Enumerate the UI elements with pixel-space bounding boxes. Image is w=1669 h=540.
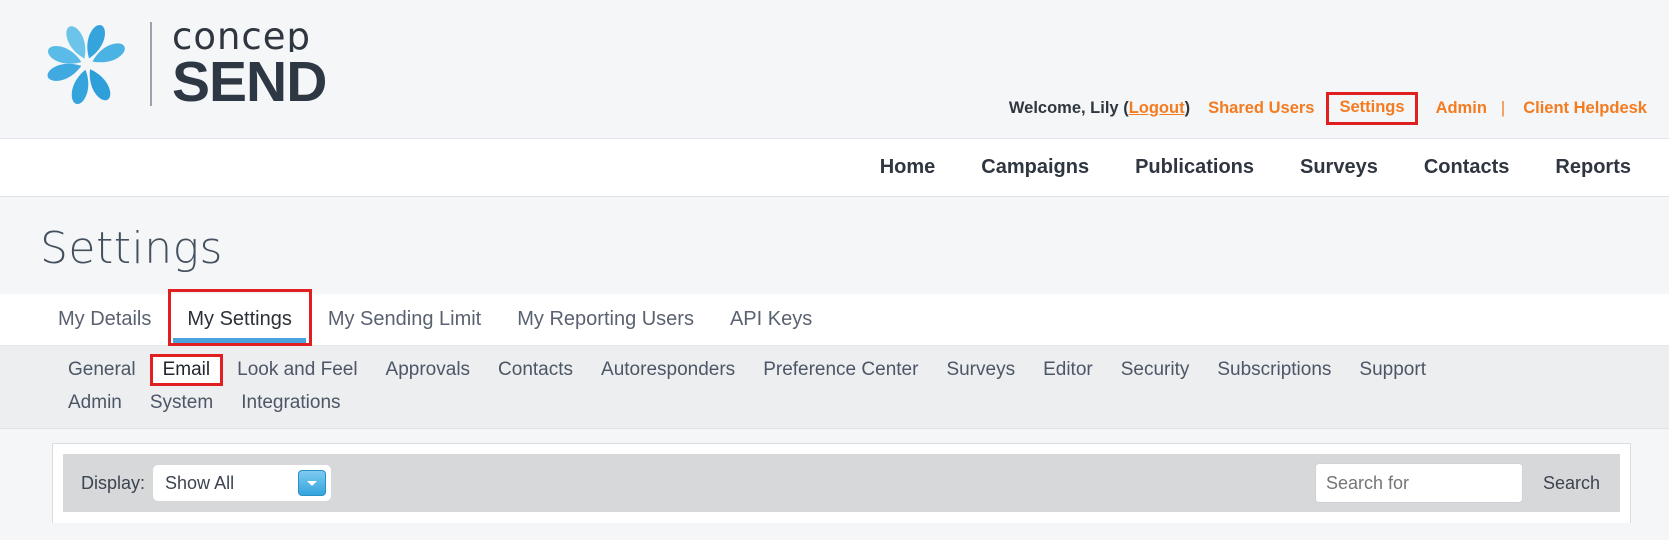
page-title: Settings bbox=[40, 223, 223, 274]
nav-item-campaigns[interactable]: Campaigns bbox=[981, 156, 1089, 179]
display-select[interactable]: Show All bbox=[153, 465, 332, 501]
subtab-support[interactable]: Support bbox=[1345, 355, 1440, 385]
logout-link[interactable]: Logout bbox=[1129, 99, 1185, 117]
settings-page: Settings My Details My Settings My Sendi… bbox=[0, 197, 1669, 540]
primary-tab-bar: My Details My Settings My Sending Limit … bbox=[0, 289, 1669, 346]
subtab-approvals[interactable]: Approvals bbox=[372, 355, 485, 385]
secondary-tab-row-2: Admin System Integrations bbox=[0, 388, 1669, 418]
tab-my-sending-limit[interactable]: My Sending Limit bbox=[310, 308, 499, 345]
subtab-general[interactable]: General bbox=[54, 355, 150, 385]
subtab-contacts[interactable]: Contacts bbox=[484, 355, 587, 385]
subtab-look-and-feel[interactable]: Look and Feel bbox=[223, 355, 371, 385]
filter-toolbar: Display: Show All Search bbox=[63, 454, 1620, 512]
subtab-email[interactable]: Email bbox=[149, 354, 224, 386]
logo-divider bbox=[150, 22, 152, 106]
tab-api-keys[interactable]: API Keys bbox=[712, 308, 830, 345]
brand-logo[interactable]: concep SEND bbox=[38, 16, 327, 114]
display-label: Display: bbox=[81, 472, 146, 493]
chevron-down-icon[interactable] bbox=[298, 470, 327, 496]
user-links-bar: Welcome, Lily (Logout) Shared Users Sett… bbox=[1009, 92, 1647, 125]
settings-link-highlight: Settings bbox=[1326, 92, 1418, 125]
subtab-integrations[interactable]: Integrations bbox=[227, 388, 354, 418]
brand-name-send: SEND bbox=[172, 49, 327, 114]
shared-users-link[interactable]: Shared Users bbox=[1208, 99, 1314, 118]
nav-item-contacts[interactable]: Contacts bbox=[1424, 156, 1510, 179]
tab-my-settings[interactable]: My Settings bbox=[169, 308, 309, 345]
main-navigation: Home Campaigns Publications Surveys Cont… bbox=[0, 139, 1669, 197]
subtab-surveys[interactable]: Surveys bbox=[932, 355, 1029, 385]
subtab-security[interactable]: Security bbox=[1107, 355, 1204, 385]
subtab-editor[interactable]: Editor bbox=[1029, 355, 1107, 385]
subtab-system[interactable]: System bbox=[136, 388, 227, 418]
nav-item-home[interactable]: Home bbox=[880, 156, 936, 179]
subtab-autoresponders[interactable]: Autoresponders bbox=[587, 355, 749, 385]
brand-wordmark: concep SEND bbox=[172, 17, 327, 114]
top-header-bar: concep SEND Welcome, Lily (Logout) Share… bbox=[0, 0, 1669, 139]
welcome-suffix: ) bbox=[1184, 98, 1191, 117]
content-panel: Display: Show All Search bbox=[52, 443, 1631, 523]
display-select-value: Show All bbox=[165, 472, 235, 493]
welcome-text: Welcome, Lily (Logout) bbox=[1009, 99, 1190, 118]
tab-my-details[interactable]: My Details bbox=[40, 308, 169, 345]
search-button[interactable]: Search bbox=[1537, 472, 1606, 495]
nav-item-publications[interactable]: Publications bbox=[1135, 156, 1254, 179]
userbar-separator: | bbox=[1500, 98, 1506, 117]
nav-item-reports[interactable]: Reports bbox=[1555, 156, 1631, 179]
secondary-tab-bar: General Email Look and Feel Approvals Co… bbox=[0, 346, 1669, 429]
subtab-preference-center[interactable]: Preference Center bbox=[749, 355, 932, 385]
client-helpdesk-link[interactable]: Client Helpdesk bbox=[1523, 99, 1647, 118]
secondary-tab-row-1: General Email Look and Feel Approvals Co… bbox=[0, 354, 1669, 386]
welcome-prefix: Welcome, Lily ( bbox=[1008, 98, 1129, 117]
search-input[interactable] bbox=[1314, 463, 1523, 503]
subtab-admin[interactable]: Admin bbox=[54, 388, 136, 418]
admin-link[interactable]: Admin bbox=[1436, 99, 1487, 118]
settings-link[interactable]: Settings bbox=[1339, 98, 1404, 116]
subtab-subscriptions[interactable]: Subscriptions bbox=[1203, 355, 1345, 385]
tab-my-reporting-users[interactable]: My Reporting Users bbox=[499, 308, 712, 345]
concep-flower-icon bbox=[38, 18, 136, 110]
brand-name-concep: concep bbox=[172, 17, 312, 52]
nav-item-surveys[interactable]: Surveys bbox=[1300, 156, 1378, 179]
